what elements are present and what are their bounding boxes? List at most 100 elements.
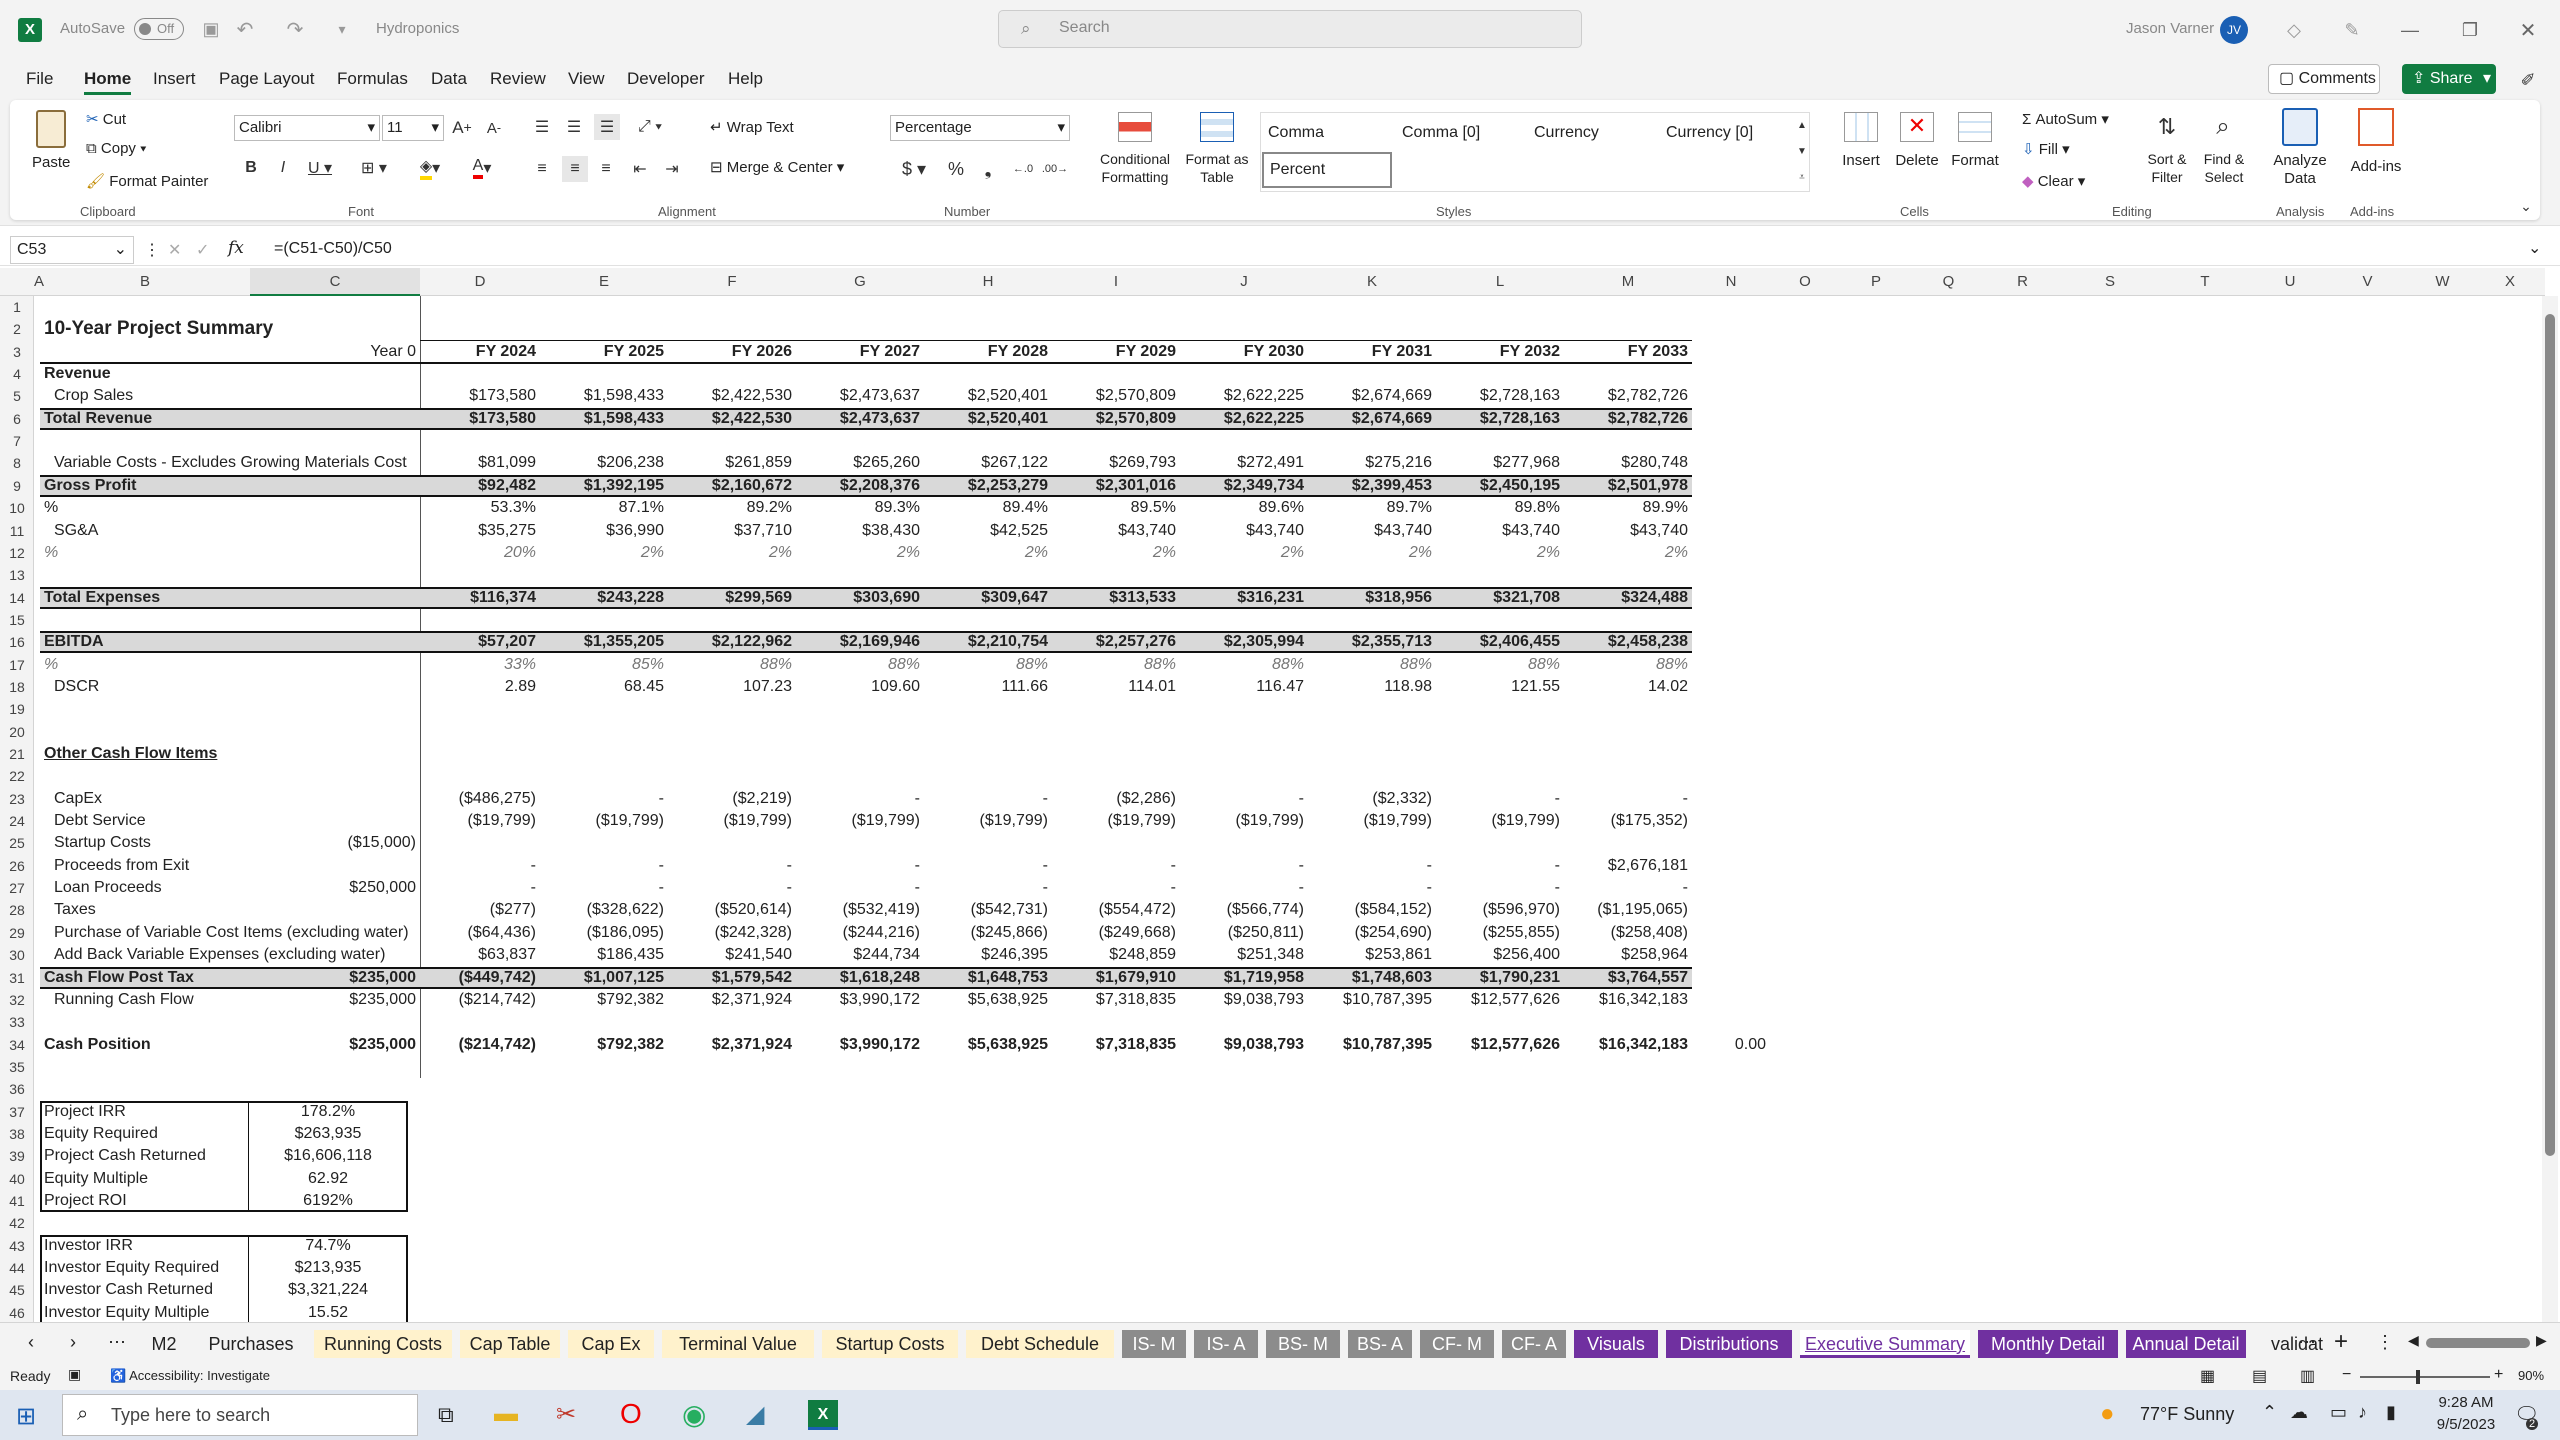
row-header-1[interactable]: 1 <box>0 296 34 318</box>
row-header-28[interactable]: 28 <box>0 899 34 921</box>
align-bottom-icon[interactable]: ☰ <box>594 114 620 140</box>
column-header-e[interactable]: E <box>540 268 668 296</box>
row-header-3[interactable]: 3 <box>0 341 34 363</box>
macro-record-icon[interactable]: ▣ <box>68 1366 81 1383</box>
row-header-21[interactable]: 21 <box>0 743 34 765</box>
row-header-4[interactable]: 4 <box>0 363 34 385</box>
sheet-tab-cf-a[interactable]: CF- A <box>1502 1330 1566 1358</box>
row-header-33[interactable]: 33 <box>0 1011 34 1033</box>
sort-filter-button[interactable]: ⇅ Sort & Filter <box>2140 110 2194 194</box>
speaker-icon[interactable]: ♪ <box>2358 1402 2367 1423</box>
sheet-tab-purchases[interactable]: Purchases <box>196 1330 306 1358</box>
gallery-scroll-down-icon[interactable]: ▼ <box>1794 140 1810 162</box>
row-header-30[interactable]: 30 <box>0 944 34 966</box>
page-break-view-icon[interactable]: ▥ <box>2300 1366 2315 1386</box>
formula-more-icon[interactable]: ⋮ <box>144 240 160 260</box>
merge-center-button[interactable]: ⊟ Merge & Center ▾ <box>710 158 844 176</box>
column-header-o[interactable]: O <box>1770 268 1840 296</box>
row-header-42[interactable]: 42 <box>0 1212 34 1234</box>
column-header-r[interactable]: R <box>1985 268 2060 296</box>
row-header-27[interactable]: 27 <box>0 877 34 899</box>
zoom-thumb[interactable] <box>2416 1370 2420 1384</box>
column-header-p[interactable]: P <box>1840 268 1912 296</box>
sheet-tab-cap-ex[interactable]: Cap Ex <box>568 1330 654 1358</box>
wrap-text-button[interactable]: ↵ Wrap Text <box>710 118 794 136</box>
paste-button[interactable]: Paste <box>28 108 72 186</box>
column-header-w[interactable]: W <box>2405 268 2480 296</box>
row-header-26[interactable]: 26 <box>0 855 34 877</box>
column-header-g[interactable]: G <box>796 268 924 296</box>
minimize-icon[interactable]: — <box>2396 16 2424 44</box>
row-header-19[interactable]: 19 <box>0 698 34 720</box>
row-header-35[interactable]: 35 <box>0 1056 34 1078</box>
style-currency[interactable]: Currency <box>1534 124 1599 142</box>
column-header-l[interactable]: L <box>1436 268 1564 296</box>
font-name-select[interactable]: Calibri ▾ <box>234 115 380 141</box>
gallery-more-icon[interactable]: ⩡ <box>1794 166 1810 188</box>
row-header-44[interactable]: 44 <box>0 1257 34 1279</box>
format-cells-button[interactable]: Format <box>1946 110 2004 194</box>
scroll-right-icon[interactable]: ▶ <box>2536 1332 2547 1349</box>
menu-review[interactable]: Review <box>490 69 546 89</box>
opera-icon[interactable]: O <box>620 1398 642 1430</box>
add-sheet-icon[interactable]: + <box>2334 1328 2348 1356</box>
customize-qat-icon[interactable]: ▾ <box>332 16 352 42</box>
column-header-m[interactable]: M <box>1564 268 1692 296</box>
row-header-34[interactable]: 34 <box>0 1034 34 1056</box>
row-header-18[interactable]: 18 <box>0 676 34 698</box>
conditional-formatting-button[interactable]: Conditional Formatting <box>1094 110 1176 194</box>
sheet-tab-monthly-detail[interactable]: Monthly Detail <box>1978 1330 2118 1358</box>
analyze-data-button[interactable]: Analyze Data <box>2272 108 2328 194</box>
monitor-icon[interactable]: ▭ <box>2330 1402 2347 1423</box>
menu-developer[interactable]: Developer <box>627 69 705 89</box>
format-painter-button[interactable]: 🖌 Format Painter <box>86 172 208 190</box>
fill-color-icon[interactable]: ◈ ▾ <box>410 156 450 180</box>
menu-help[interactable]: Help <box>728 69 763 89</box>
row-header-5[interactable]: 5 <box>0 385 34 407</box>
scroll-thumb[interactable] <box>2545 314 2555 1156</box>
row-header-17[interactable]: 17 <box>0 654 34 676</box>
format-as-table-button[interactable]: Format as Table <box>1180 110 1254 194</box>
avatar[interactable]: JV <box>2220 16 2248 44</box>
sheet-tab-is-m[interactable]: IS- M <box>1122 1330 1186 1358</box>
worksheet-grid[interactable]: 10-Year Project Summary Year 0 FY 2024 FY 2… <box>34 296 2540 1322</box>
number-format-select[interactable]: Percentage ▾ <box>890 115 1070 141</box>
sheet-tab-startup-costs[interactable]: Startup Costs <box>822 1330 958 1358</box>
row-header-45[interactable]: 45 <box>0 1279 34 1301</box>
sheet-options-icon[interactable]: ⋮ <box>2376 1332 2394 1353</box>
decrease-font-icon[interactable]: A- <box>482 115 506 141</box>
column-header-h[interactable]: H <box>924 268 1052 296</box>
snipping-tool-icon[interactable]: ✂ <box>556 1400 576 1429</box>
row-header-7[interactable]: 7 <box>0 430 34 452</box>
menu-view[interactable]: View <box>568 69 605 89</box>
borders-icon[interactable]: ⊞ ▾ <box>354 156 394 180</box>
sheet-tab-bs-m[interactable]: BS- M <box>1266 1330 1340 1358</box>
row-header-15[interactable]: 15 <box>0 609 34 631</box>
battery-icon[interactable]: ▮ <box>2386 1402 2396 1423</box>
clock-time[interactable]: 9:28 AM <box>2424 1394 2508 1411</box>
row-header-16[interactable]: 16 <box>0 631 34 653</box>
sheet-tab-cap-table[interactable]: Cap Table <box>460 1330 560 1358</box>
row-header-37[interactable]: 37 <box>0 1101 34 1123</box>
collapse-ribbon-icon[interactable]: ⌄ <box>2516 196 2536 216</box>
tray-chevron-icon[interactable]: ⌃ <box>2262 1402 2277 1423</box>
row-header-13[interactable]: 13 <box>0 564 34 586</box>
addins-button[interactable]: Add-ins <box>2346 108 2406 194</box>
fill-button[interactable]: ⇩ Fill ▾ <box>2022 140 2070 158</box>
row-header-25[interactable]: 25 <box>0 832 34 854</box>
sheet-tab-debt-schedule[interactable]: Debt Schedule <box>966 1330 1114 1358</box>
sheet-tab-bs-a[interactable]: BS- A <box>1348 1330 1412 1358</box>
next-sheet-icon[interactable]: › <box>70 1332 76 1353</box>
app-icon[interactable]: ◢ <box>746 1400 764 1429</box>
column-header-j[interactable]: J <box>1180 268 1308 296</box>
align-right-icon[interactable]: ≡ <box>594 156 618 182</box>
row-header-8[interactable]: 8 <box>0 452 34 474</box>
italic-icon[interactable]: I <box>272 156 294 180</box>
chrome-icon[interactable]: ◉ <box>682 1398 706 1431</box>
tabs-more-icon[interactable]: ⋯ <box>2298 1332 2316 1353</box>
sheet-tab-terminal-value[interactable]: Terminal Value <box>662 1330 814 1358</box>
align-middle-icon[interactable]: ☰ <box>562 114 586 140</box>
pen-icon[interactable]: ✎ <box>2338 16 2366 44</box>
orientation-icon[interactable]: ⤢ ▾ <box>630 114 670 140</box>
insert-cells-button[interactable]: Insert <box>1836 110 1886 194</box>
